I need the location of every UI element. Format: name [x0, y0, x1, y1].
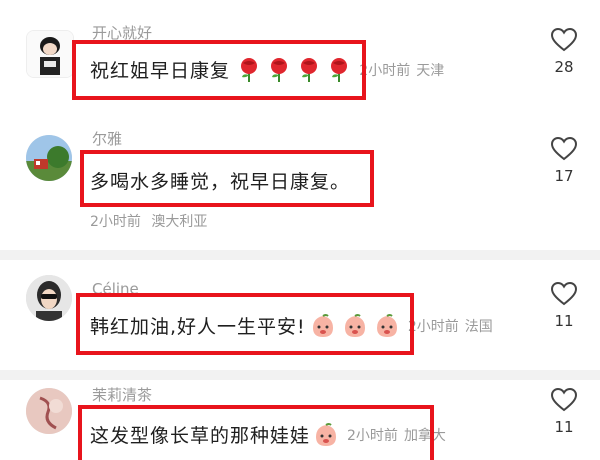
- highlight-box: [80, 150, 374, 207]
- like-button[interactable]: 11: [548, 282, 580, 330]
- comment-time: 2小时前: [90, 214, 141, 230]
- comment-item: 尔雅 多喝水多睡觉，祝早日康复。 2小时前 澳大利亚 17: [0, 125, 600, 245]
- like-count: 28: [554, 58, 574, 76]
- heart-outline-icon: [551, 28, 577, 52]
- comment-location: 法国: [464, 318, 493, 335]
- comment-time: 2小时前: [407, 318, 459, 335]
- avatar[interactable]: [26, 388, 72, 434]
- comment-item: Céline 韩红加油,好人一生平安! 2小时前 法国 11: [0, 260, 600, 370]
- like-button[interactable]: 28: [548, 28, 580, 76]
- comment-item: 开心就好 祝红姐早日康复 2小时前 天津 28: [0, 0, 600, 125]
- comment-location: 天津: [416, 62, 445, 79]
- highlight-box: [76, 293, 414, 355]
- like-button[interactable]: 11: [548, 388, 580, 436]
- like-count: 11: [554, 418, 574, 436]
- avatar[interactable]: [26, 275, 72, 321]
- like-count: 17: [554, 167, 574, 185]
- like-button[interactable]: 17: [548, 137, 580, 185]
- comment-username[interactable]: 茉莉清茶: [92, 384, 152, 405]
- comment-location: 澳大利亚: [151, 214, 208, 230]
- heart-outline-icon: [551, 282, 577, 306]
- comment-time: 2小时前: [359, 62, 411, 79]
- heart-outline-icon: [551, 137, 577, 161]
- like-count: 11: [554, 312, 574, 330]
- comment-item: 茉莉清茶 这发型像长草的那种娃娃 2小时前 加拿大 11: [0, 380, 600, 460]
- avatar[interactable]: [26, 30, 74, 78]
- comment-meta: 2小时前 澳大利亚: [90, 211, 207, 231]
- highlight-box: [78, 405, 434, 460]
- avatar[interactable]: [26, 135, 72, 181]
- highlight-box: [72, 40, 366, 100]
- divider: [0, 370, 600, 380]
- heart-outline-icon: [551, 388, 577, 412]
- comment-username[interactable]: 尔雅: [92, 128, 122, 149]
- divider: [0, 250, 600, 260]
